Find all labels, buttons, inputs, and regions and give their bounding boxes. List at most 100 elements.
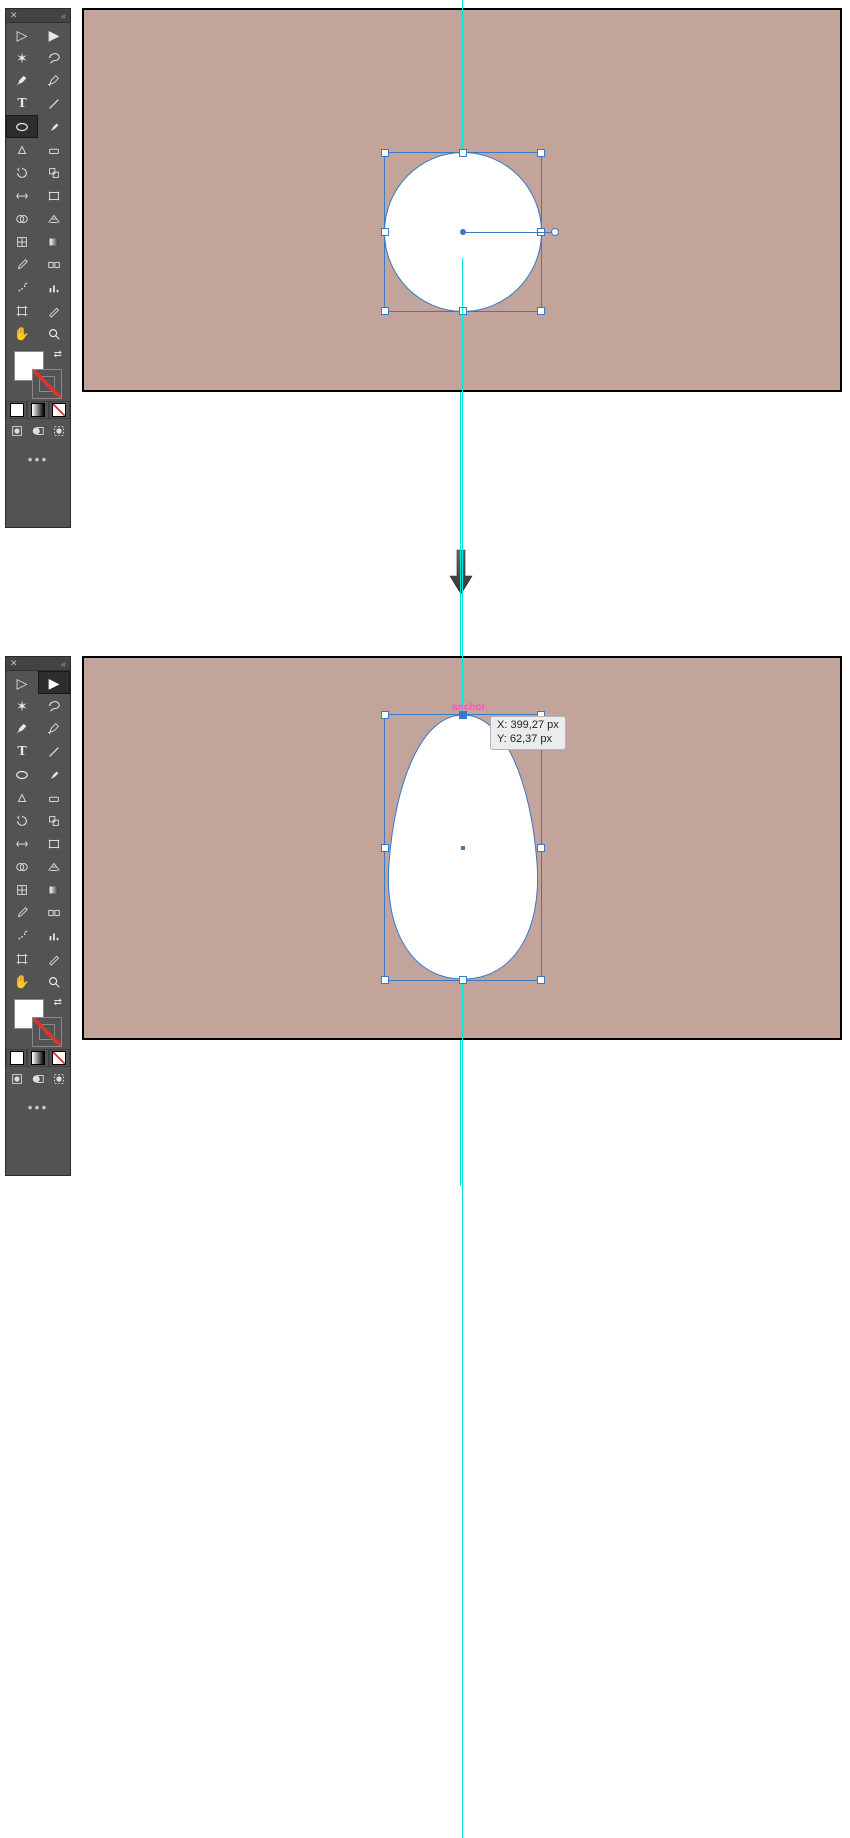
panel-header[interactable]: ✕ « (6, 657, 70, 671)
fill-stroke-control[interactable]: ⇄ (6, 345, 70, 401)
color-solid[interactable] (6, 401, 27, 419)
eyedropper-tool[interactable] (6, 253, 38, 276)
handle-top-middle[interactable] (459, 149, 467, 157)
center-point[interactable] (461, 846, 465, 850)
ellipse-tool[interactable] (6, 115, 38, 138)
mesh-tool[interactable] (6, 878, 38, 901)
symbol-sprayer-tool[interactable] (6, 924, 38, 947)
blend-tool[interactable] (38, 901, 70, 924)
stroke-swatch[interactable] (32, 1017, 62, 1047)
handle-bottom-middle[interactable] (459, 307, 467, 315)
vertical-guide[interactable] (462, 258, 463, 1838)
scale-tool[interactable] (38, 809, 70, 832)
collapse-icon[interactable]: « (61, 659, 66, 669)
draw-normal[interactable] (6, 421, 27, 441)
perspective-grid-tool[interactable] (38, 855, 70, 878)
handle-middle-left[interactable] (381, 228, 389, 236)
width-tool[interactable] (6, 184, 38, 207)
close-icon[interactable]: ✕ (10, 11, 18, 20)
paintbrush-tool[interactable] (38, 115, 70, 138)
more-tools-icon[interactable]: ••• (6, 447, 70, 471)
handle-middle-right[interactable] (537, 844, 545, 852)
width-tool[interactable] (6, 832, 38, 855)
slice-tool[interactable] (38, 299, 70, 322)
perspective-grid-tool[interactable] (38, 207, 70, 230)
gradient-tool[interactable] (38, 878, 70, 901)
type-tool[interactable]: T (6, 92, 38, 115)
shape-builder-tool[interactable] (6, 855, 38, 878)
direct-selection-tool[interactable]: ▶ (38, 671, 70, 694)
color-gradient[interactable] (27, 401, 48, 419)
shaper-tool[interactable] (6, 138, 38, 161)
color-solid[interactable] (6, 1049, 27, 1067)
draw-normal[interactable] (6, 1069, 27, 1089)
rotate-tool[interactable] (6, 809, 38, 832)
panel-header[interactable]: ✕ « (6, 9, 70, 23)
curvature-tool[interactable] (38, 717, 70, 740)
eyedropper-tool[interactable] (6, 901, 38, 924)
selection-tool[interactable]: ▷ (6, 671, 38, 694)
pen-tool[interactable] (6, 717, 38, 740)
handle-bottom-right[interactable] (537, 307, 545, 315)
shape-builder-tool[interactable] (6, 207, 38, 230)
direct-selection-tool[interactable]: ▶ (38, 23, 70, 46)
free-transform-tool[interactable] (38, 184, 70, 207)
ellipse-tool[interactable] (6, 763, 38, 786)
shaper-tool[interactable] (6, 786, 38, 809)
draw-behind[interactable] (27, 421, 48, 441)
handle-top-right[interactable] (537, 149, 545, 157)
pen-tool[interactable] (6, 69, 38, 92)
bounding-box[interactable] (384, 152, 542, 312)
magic-wand-tool[interactable]: ✶ (6, 694, 38, 717)
eraser-tool[interactable] (38, 786, 70, 809)
draw-behind[interactable] (27, 1069, 48, 1089)
handle-bottom-left[interactable] (381, 976, 389, 984)
column-graph-tool[interactable] (38, 276, 70, 299)
color-gradient[interactable] (27, 1049, 48, 1067)
swap-fill-stroke-icon[interactable]: ⇄ (54, 997, 62, 1008)
zoom-tool[interactable] (38, 970, 70, 993)
mesh-tool[interactable] (6, 230, 38, 253)
bounding-box[interactable] (384, 714, 542, 981)
fill-stroke-control[interactable]: ⇄ (6, 993, 70, 1049)
rotate-tool[interactable] (6, 161, 38, 184)
curvature-tool[interactable] (38, 69, 70, 92)
symbol-sprayer-tool[interactable] (6, 276, 38, 299)
handle-top-left[interactable] (381, 149, 389, 157)
draw-inside[interactable] (49, 421, 70, 441)
paintbrush-tool[interactable] (38, 763, 70, 786)
artboard-tool[interactable] (6, 299, 38, 322)
column-graph-tool[interactable] (38, 924, 70, 947)
handle-middle-left[interactable] (381, 844, 389, 852)
handle-top-left[interactable] (381, 711, 389, 719)
selection-tool[interactable]: ▷ (6, 23, 38, 46)
more-tools-icon[interactable]: ••• (6, 1095, 70, 1119)
color-none[interactable] (49, 401, 70, 419)
lasso-tool[interactable] (38, 46, 70, 69)
type-tool[interactable]: T (6, 740, 38, 763)
free-transform-tool[interactable] (38, 832, 70, 855)
slice-tool[interactable] (38, 947, 70, 970)
close-icon[interactable]: ✕ (10, 659, 18, 668)
magic-wand-tool[interactable]: ✶ (6, 46, 38, 69)
zoom-tool[interactable] (38, 322, 70, 345)
handle-bottom-right[interactable] (537, 976, 545, 984)
gradient-tool[interactable] (38, 230, 70, 253)
lasso-tool[interactable] (38, 694, 70, 717)
stroke-swatch[interactable] (32, 369, 62, 399)
blend-tool[interactable] (38, 253, 70, 276)
hand-tool[interactable]: ✋ (6, 322, 38, 345)
handle-bottom-left[interactable] (381, 307, 389, 315)
draw-inside[interactable] (49, 1069, 70, 1089)
artboard-bottom[interactable]: anchor X: 399,27 px Y: 62,37 px (82, 656, 842, 1040)
eraser-tool[interactable] (38, 138, 70, 161)
pie-handle[interactable] (551, 228, 559, 236)
hand-tool[interactable]: ✋ (6, 970, 38, 993)
line-segment-tool[interactable] (38, 740, 70, 763)
collapse-icon[interactable]: « (61, 11, 66, 21)
line-segment-tool[interactable] (38, 92, 70, 115)
swap-fill-stroke-icon[interactable]: ⇄ (54, 349, 62, 360)
color-none[interactable] (49, 1049, 70, 1067)
scale-tool[interactable] (38, 161, 70, 184)
handle-bottom-middle[interactable] (459, 976, 467, 984)
